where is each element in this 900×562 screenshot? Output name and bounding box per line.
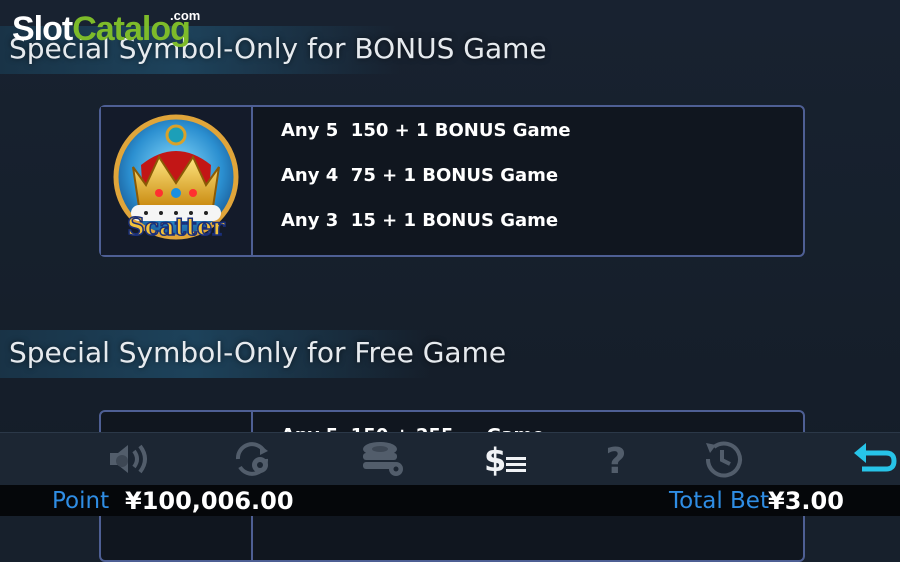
pay-line-any4: Any 4 75 + 1 BONUS Game bbox=[281, 165, 559, 186]
scatter-label: Scatter bbox=[127, 212, 225, 241]
autoplay-settings-icon bbox=[236, 442, 268, 476]
history-icon bbox=[705, 441, 742, 478]
total-bet-value: ¥3.00 bbox=[768, 487, 844, 515]
chip-settings-icon bbox=[363, 442, 403, 476]
pay-line-any5: Any 5 150 + 1 BONUS Game bbox=[281, 120, 571, 141]
free-game-section-title: Special Symbol-Only for Free Game bbox=[9, 336, 507, 369]
scatter-pay-lines: Any 5 150 + 1 BONUS Game Any 4 75 + 1 BO… bbox=[281, 117, 571, 252]
free-game-section-header: Special Symbol-Only for Free Game bbox=[0, 330, 506, 378]
point-label: Point bbox=[52, 488, 110, 514]
watermark-slot: Slot bbox=[12, 10, 73, 48]
paytable-icon: $ bbox=[484, 441, 526, 479]
paytable-page: SlotCatalog .com Special Symbol-Only for… bbox=[0, 0, 900, 562]
watermark-com: .com bbox=[170, 8, 201, 23]
chip-settings-button[interactable] bbox=[358, 439, 406, 479]
scatter-crown-icon: Scatter bbox=[101, 107, 251, 255]
bottom-toolbar: $ ? bbox=[0, 432, 900, 486]
point-value: ¥100,006.00 bbox=[125, 487, 294, 515]
svg-text:?: ? bbox=[606, 441, 627, 479]
svg-text:$: $ bbox=[484, 441, 506, 479]
pay-line-any3: Any 3 15 + 1 BONUS Game bbox=[281, 210, 559, 231]
history-button[interactable] bbox=[700, 439, 748, 479]
paytable-button[interactable]: $ bbox=[482, 439, 530, 479]
autoplay-settings-button[interactable] bbox=[230, 439, 278, 479]
help-button[interactable]: ? bbox=[592, 439, 640, 482]
help-icon: ? bbox=[606, 441, 627, 482]
sound-settings-icon bbox=[110, 444, 147, 474]
scatter-symbol-cell: Scatter bbox=[101, 107, 253, 255]
scatter-paytable-box: Scatter Any 5 150 + 1 BONUS Game Any 4 7… bbox=[99, 105, 805, 257]
sound-settings-button[interactable] bbox=[106, 439, 154, 479]
back-icon bbox=[854, 443, 897, 472]
back-button[interactable] bbox=[850, 439, 898, 479]
balance-status-bar: Point ¥100,006.00 Total Bet ¥3.00 bbox=[0, 485, 900, 516]
total-bet-label: Total Bet bbox=[669, 488, 769, 514]
slotcatalog-watermark: SlotCatalog .com bbox=[12, 8, 200, 49]
